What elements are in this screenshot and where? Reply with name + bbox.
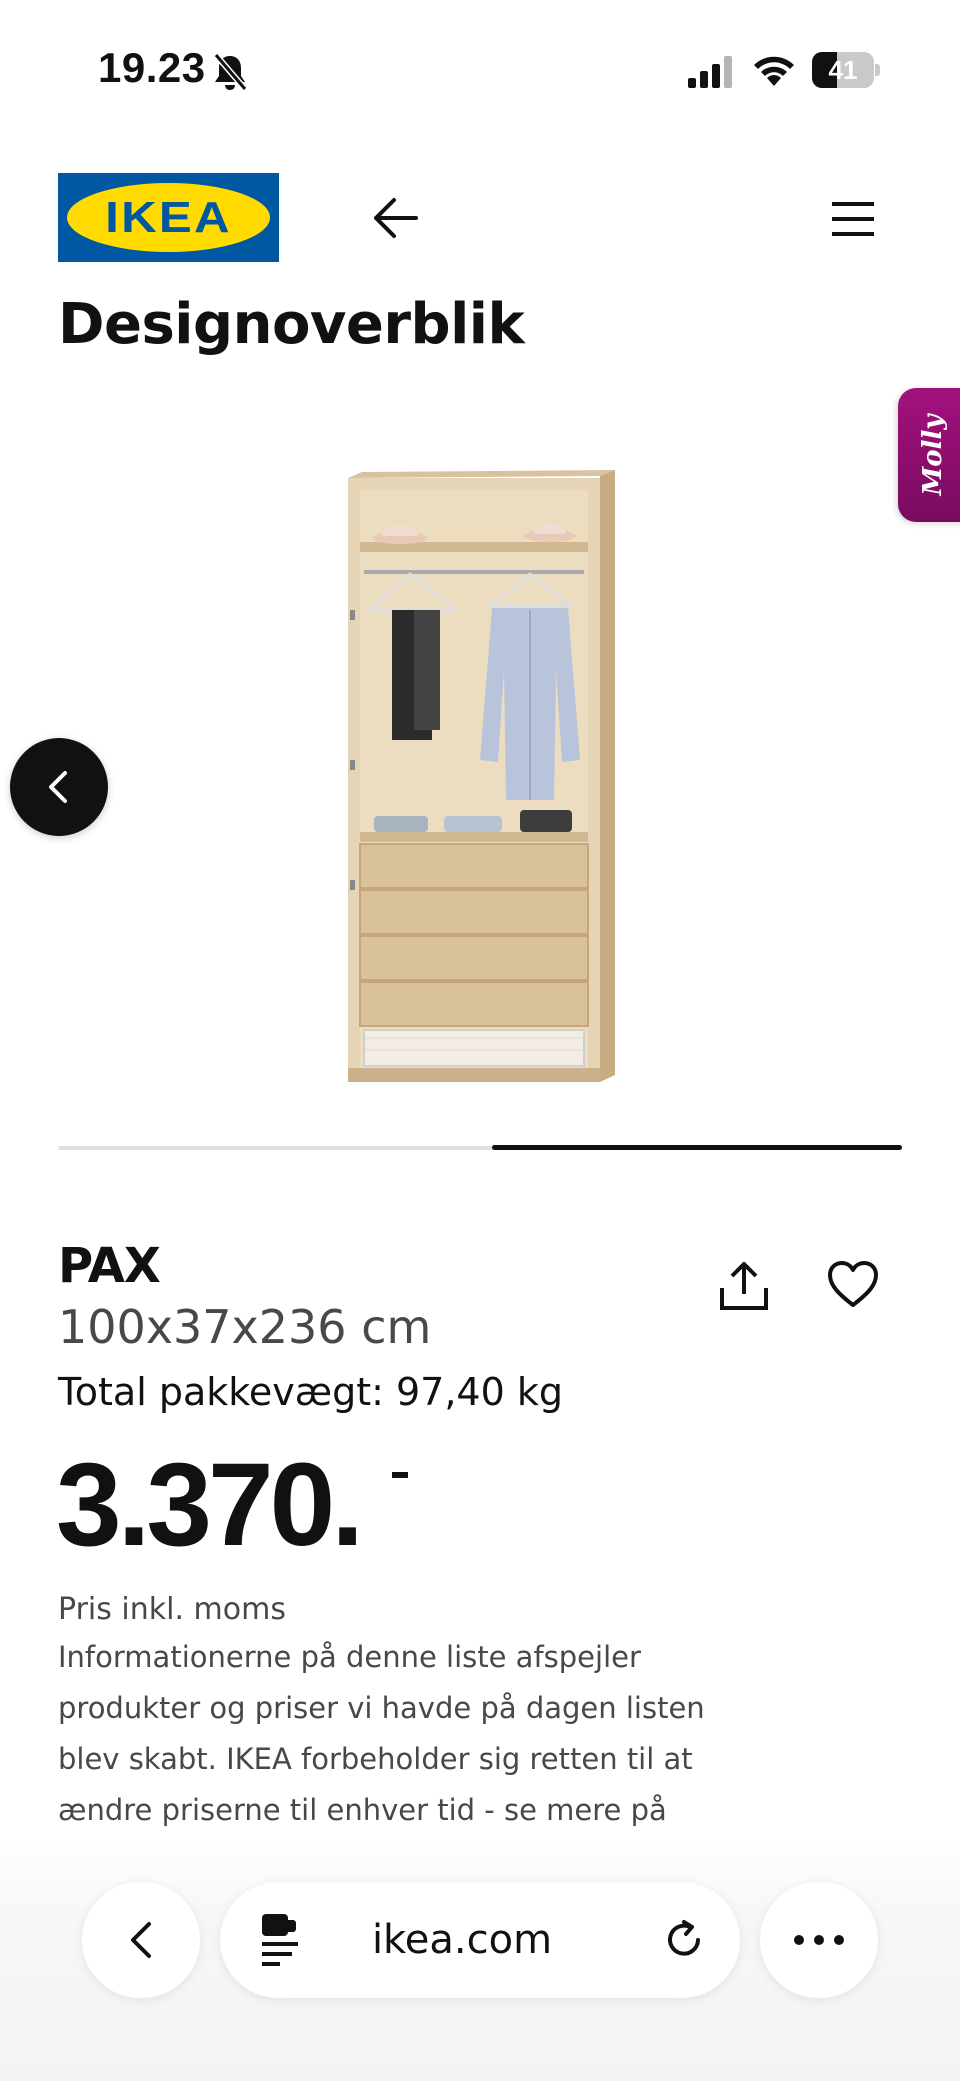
cellular-signal-icon <box>688 56 732 88</box>
battery-level: 41 <box>828 55 858 85</box>
assistant-tab-label: Molly <box>918 414 948 496</box>
chevron-left-icon <box>49 771 67 803</box>
more-button[interactable] <box>760 1882 878 1998</box>
carousel-prev-button[interactable] <box>10 738 108 836</box>
heart-icon[interactable] <box>826 1258 880 1312</box>
product-name: PAX <box>58 1238 161 1294</box>
address-bar[interactable]: ikea.com <box>220 1882 740 1998</box>
battery-icon: 41 <box>812 52 880 88</box>
price-dash <box>392 1472 408 1478</box>
carousel-progress <box>58 1145 902 1150</box>
back-arrow-icon[interactable] <box>368 190 424 246</box>
assistant-tab[interactable]: Molly <box>898 388 960 522</box>
product-price: 3.370. <box>56 1439 364 1571</box>
logo-text: IKEA <box>105 193 232 242</box>
product-image[interactable] <box>330 460 630 1090</box>
carousel-progress-thumb <box>492 1145 902 1150</box>
reload-icon[interactable] <box>662 1918 706 1962</box>
status-time: 19.23 <box>98 44 206 91</box>
bell-slash-icon <box>213 53 248 91</box>
product-dimensions: 100x37x236 cm <box>58 1300 432 1354</box>
page-settings-icon[interactable] <box>258 1910 304 1968</box>
browser-back-button[interactable] <box>82 1882 200 1998</box>
hamburger-menu-icon[interactable] <box>826 192 880 246</box>
chevron-left-icon <box>131 1922 151 1958</box>
wifi-icon <box>754 56 794 86</box>
more-icon <box>794 1935 844 1945</box>
price-note: Pris inkl. moms <box>58 1592 286 1627</box>
product-weight: Total pakkevægt: 97,40 kg <box>58 1370 563 1414</box>
share-icon[interactable] <box>716 1258 772 1314</box>
info-text: Informationerne på denne liste afspejler… <box>58 1640 705 1827</box>
url-text: ikea.com <box>371 1917 553 1963</box>
ikea-logo[interactable]: IKEA <box>58 173 279 262</box>
status-bar: 19.23 41 <box>0 0 960 140</box>
page-title: Designoverblik <box>58 292 525 357</box>
